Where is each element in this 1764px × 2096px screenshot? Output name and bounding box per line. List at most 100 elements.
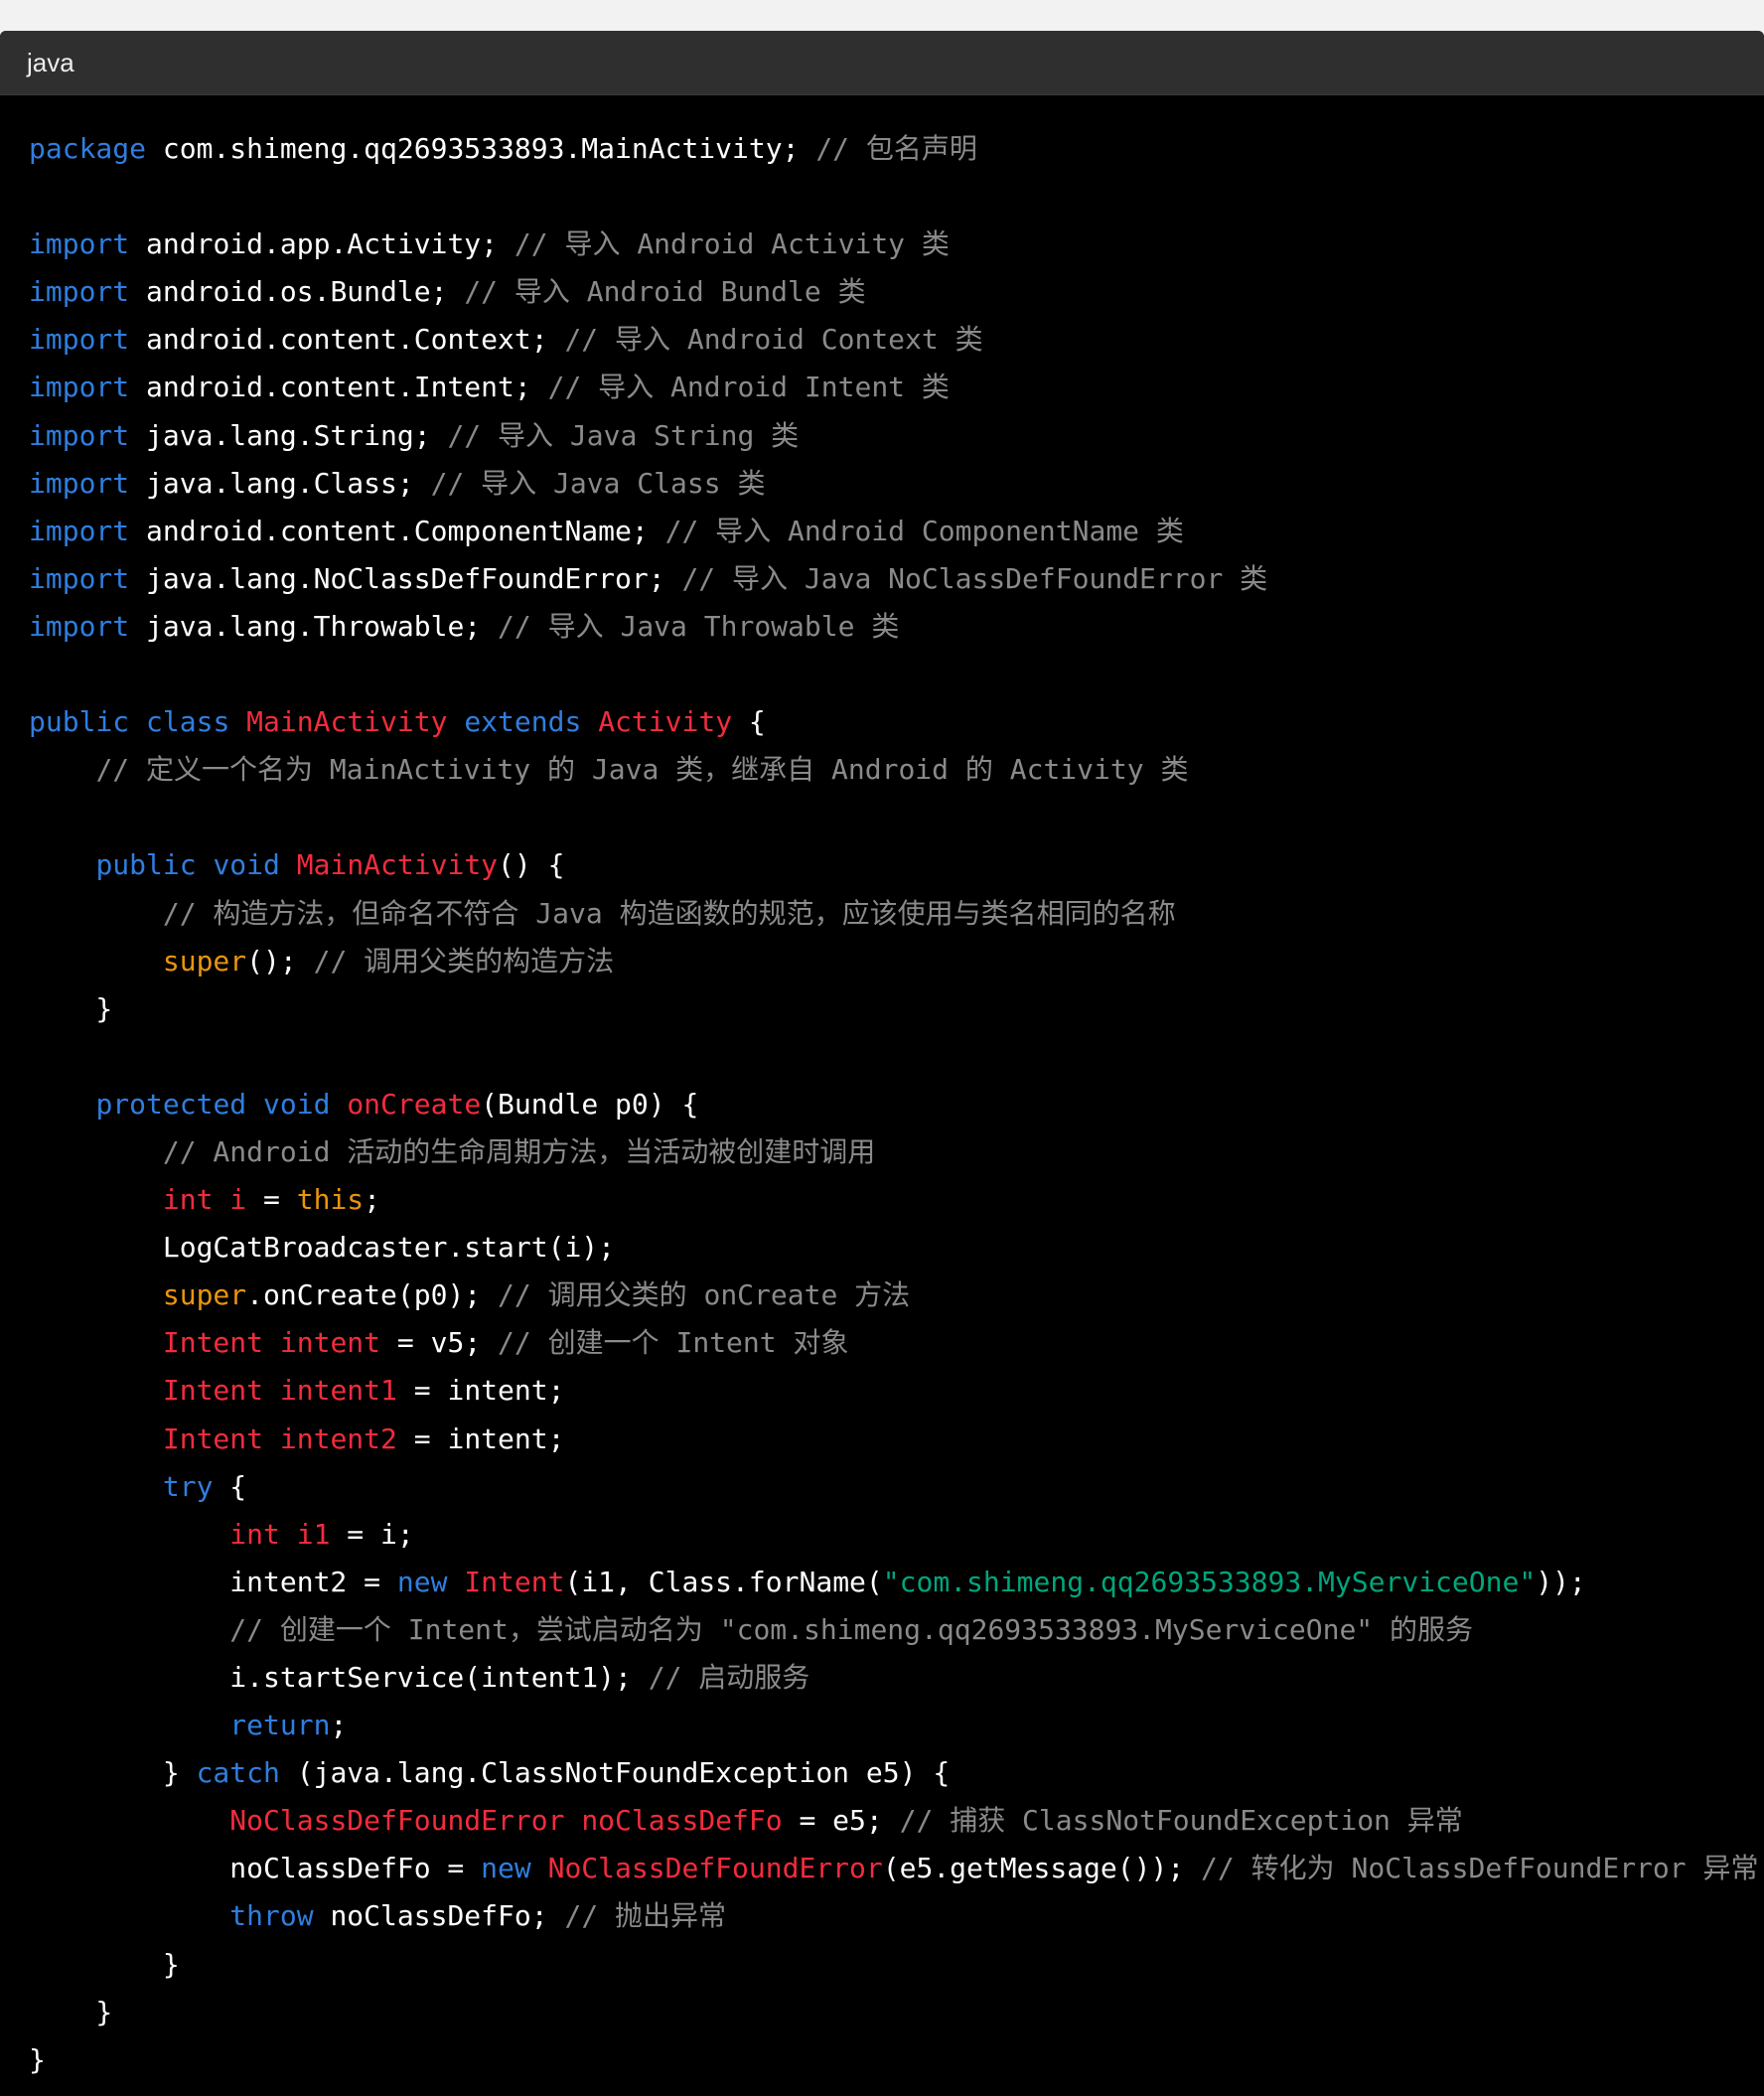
comment-token: // 导入 Java String 类 (447, 418, 800, 452)
keyword-token: import (29, 227, 130, 261)
plain-token: )); (1536, 1565, 1586, 1598)
keyword-token: public (29, 705, 130, 739)
code-line: Intent intent = v5; // 创建一个 Intent 对象 (29, 1319, 1764, 1367)
keyword-token: throw (229, 1899, 314, 1933)
comment-token: // 导入 Android ComponentName 类 (664, 514, 1184, 547)
keyword-token: extends (464, 705, 582, 739)
keyword-token: import (29, 561, 130, 595)
keyword-token: package (29, 132, 147, 165)
code-line: protected void onCreate(Bundle p0) { (29, 1081, 1764, 1128)
special-token: super (162, 944, 247, 977)
code-line: import java.lang.Throwable; // 导入 Java T… (29, 603, 1764, 651)
type-token: i1 (296, 1517, 331, 1551)
plain-token: LogCatBroadcaster.start(i); (29, 1231, 616, 1265)
plain-token: intent2 = (29, 1565, 397, 1598)
code-line: try { (29, 1463, 1764, 1511)
code-body[interactable]: package com.shimeng.qq2693533893.MainAct… (0, 95, 1764, 2084)
keyword-token: import (29, 609, 130, 643)
plain-token: noClassDefFo; (313, 1899, 565, 1933)
code-content[interactable]: package com.shimeng.qq2693533893.MainAct… (29, 125, 1764, 2084)
comment-token: // 转化为 NoClassDefFoundError 异常 (1201, 1852, 1759, 1885)
code-line: int i = this; (29, 1176, 1764, 1224)
type-token: int (229, 1517, 280, 1551)
code-block-header: java (0, 31, 1764, 95)
keyword-token: try (162, 1469, 214, 1503)
comment-token: // 导入 Java Throwable 类 (498, 609, 900, 643)
type-token: noClassDefFo (581, 1804, 783, 1838)
plain-token: { (732, 705, 766, 739)
plain-token: ; (330, 1709, 348, 1742)
type-token: intent2 (279, 1422, 397, 1455)
type-token: int (162, 1183, 214, 1217)
function-token: NoClassDefFoundError (547, 1852, 883, 1885)
special-token: this (296, 1183, 365, 1217)
plain-token: java.lang.String; (129, 418, 448, 452)
code-line: } (29, 985, 1764, 1033)
plain-token: { (213, 1469, 247, 1503)
plain-token: java.lang.Throwable; (129, 609, 499, 643)
comment-token: // 调用父类的 onCreate 方法 (498, 1278, 911, 1312)
plain-token: (java.lang.ClassNotFoundException e5) { (279, 1756, 951, 1790)
code-line: package com.shimeng.qq2693533893.MainAct… (29, 125, 1764, 173)
type-token: Intent (162, 1374, 264, 1408)
type-token: Intent (162, 1422, 264, 1455)
code-line: noClassDefFo = new NoClassDefFoundError(… (29, 1845, 1764, 1892)
plain-token: } (29, 1995, 113, 2028)
code-line: LogCatBroadcaster.start(i); (29, 1224, 1764, 1272)
plain-token: = e5; (782, 1804, 900, 1838)
code-line: import android.os.Bundle; // 导入 Android … (29, 268, 1764, 316)
comment-token: // 捕获 ClassNotFoundException 异常 (899, 1804, 1463, 1838)
keyword-token: import (29, 323, 130, 357)
code-line: } catch (java.lang.ClassNotFoundExceptio… (29, 1749, 1764, 1797)
plain-token: android.os.Bundle; (129, 275, 465, 309)
plain-token: } (29, 2042, 46, 2076)
code-line: import android.content.Intent; // 导入 And… (29, 364, 1764, 411)
plain-token: } (29, 1756, 197, 1790)
comment-token: // 创建一个 Intent，尝试启动名为 "com.shimeng.qq269… (229, 1612, 1474, 1646)
keyword-token: import (29, 418, 130, 452)
comment-token: // 启动服务 (648, 1661, 810, 1694)
code-line: Intent intent2 = intent; (29, 1416, 1764, 1463)
keyword-token: import (29, 275, 130, 309)
plain-token: ; (364, 1183, 381, 1217)
code-line: // 创建一个 Intent，尝试启动名为 "com.shimeng.qq269… (29, 1606, 1764, 1654)
plain-token: java.lang.Class; (129, 466, 431, 500)
comment-token: // 定义一个名为 MainActivity 的 Java 类，继承自 Andr… (95, 753, 1189, 787)
plain-token: android.content.Context; (129, 323, 565, 357)
plain-token: noClassDefFo = (29, 1852, 482, 1885)
plain-token: i.startService(intent1); (29, 1661, 649, 1694)
code-line: import java.lang.Class; // 导入 Java Class… (29, 460, 1764, 508)
code-line: intent2 = new Intent(i1, Class.forName("… (29, 1559, 1764, 1606)
code-line: // 构造方法，但命名不符合 Java 构造函数的规范，应该使用与类名相同的名称 (29, 890, 1764, 938)
code-line: import android.content.ComponentName; //… (29, 508, 1764, 555)
plain-token: android.app.Activity; (129, 227, 514, 261)
code-line: i.startService(intent1); // 启动服务 (29, 1654, 1764, 1702)
code-line: super(); // 调用父类的构造方法 (29, 938, 1764, 985)
keyword-token: return (229, 1709, 331, 1742)
code-line: // Android 活动的生命周期方法，当活动被创建时调用 (29, 1128, 1764, 1176)
comment-token: // 调用父类的构造方法 (313, 944, 615, 977)
keyword-token: import (29, 466, 130, 500)
code-line: } (29, 2036, 1764, 2084)
type-token: intent (279, 1326, 381, 1360)
